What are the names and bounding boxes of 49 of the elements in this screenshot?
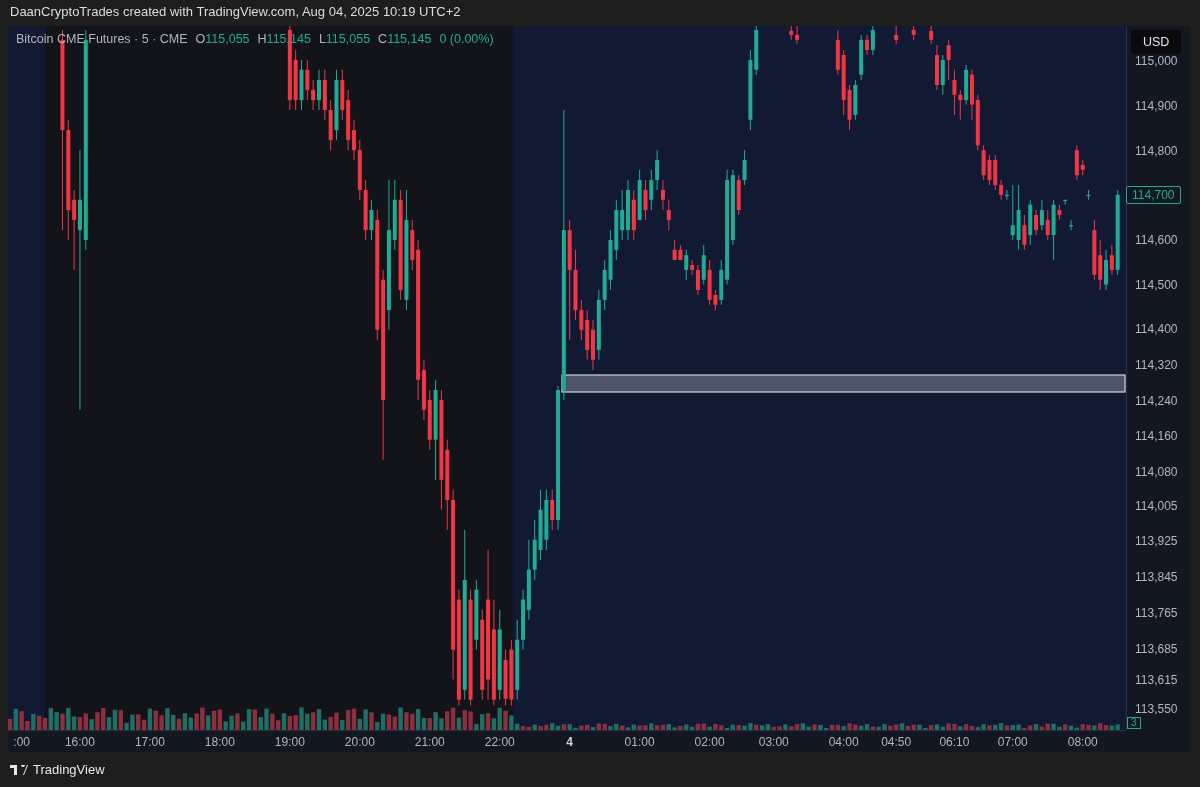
time-label: 19:00 [274,735,305,749]
ohlc-value: C115,145 [378,32,432,46]
volume-badge: 3 [1127,717,1141,729]
ohlc-value: L115,055 [318,32,371,46]
currency-button[interactable]: USD [1131,30,1182,54]
time-label: 22:00 [484,735,515,749]
price-label: 113,845 [1135,570,1178,585]
price-label: 114,900 [1135,98,1178,113]
price-label: 114,320 [1135,357,1178,372]
price-label: 113,615 [1135,672,1178,687]
price-label: 113,765 [1135,605,1178,620]
price-label: 113,685 [1135,641,1178,656]
time-label: 04:50 [881,735,912,749]
candle [1069,219,1074,231]
time-label: :00 [13,735,30,749]
time-label: 18:00 [204,735,235,749]
price-label: 113,925 [1135,534,1178,549]
price-label: 115,000 [1135,54,1178,69]
time-label: 07:00 [997,735,1028,749]
attribution-text: DaanCryptoTrades created with TradingView.com, Aug 04, 2025 10:19 UTC+2 [10,4,461,19]
price-label: 114,240 [1135,393,1178,408]
ohlc-value: O115,055 [195,32,250,46]
time-label: 20:00 [344,735,375,749]
logo-text: TradingView [33,762,105,777]
candle [1086,189,1091,201]
price-label: 114,600 [1135,232,1178,247]
time-label: 06:10 [939,735,970,749]
time-label: 21:00 [414,735,445,749]
candle [894,26,899,45]
price-zone-rectangle[interactable] [561,374,1126,393]
logo-icon [10,764,28,775]
time-label: 01:00 [624,735,655,749]
price-label: 114,800 [1135,143,1178,158]
time-label: 4 [566,735,573,749]
candle [911,26,916,41]
time-label: 04:00 [828,735,859,749]
last-price-label: 114,700 [1126,185,1181,204]
price-label: 114,005 [1135,498,1178,513]
time-label: 08:00 [1067,735,1098,749]
time-label: 03:00 [758,735,789,749]
price-label: 113,550 [1135,701,1178,716]
price-label: 114,080 [1135,465,1178,480]
price-label: 114,160 [1135,429,1178,444]
time-label: 16:00 [64,735,95,749]
price-label: 114,500 [1135,277,1178,292]
change-value: 0 (0.00%) [439,32,494,46]
time-label: 17:00 [134,735,165,749]
time-label: 02:00 [694,735,725,749]
price-label: 114,400 [1135,322,1178,337]
